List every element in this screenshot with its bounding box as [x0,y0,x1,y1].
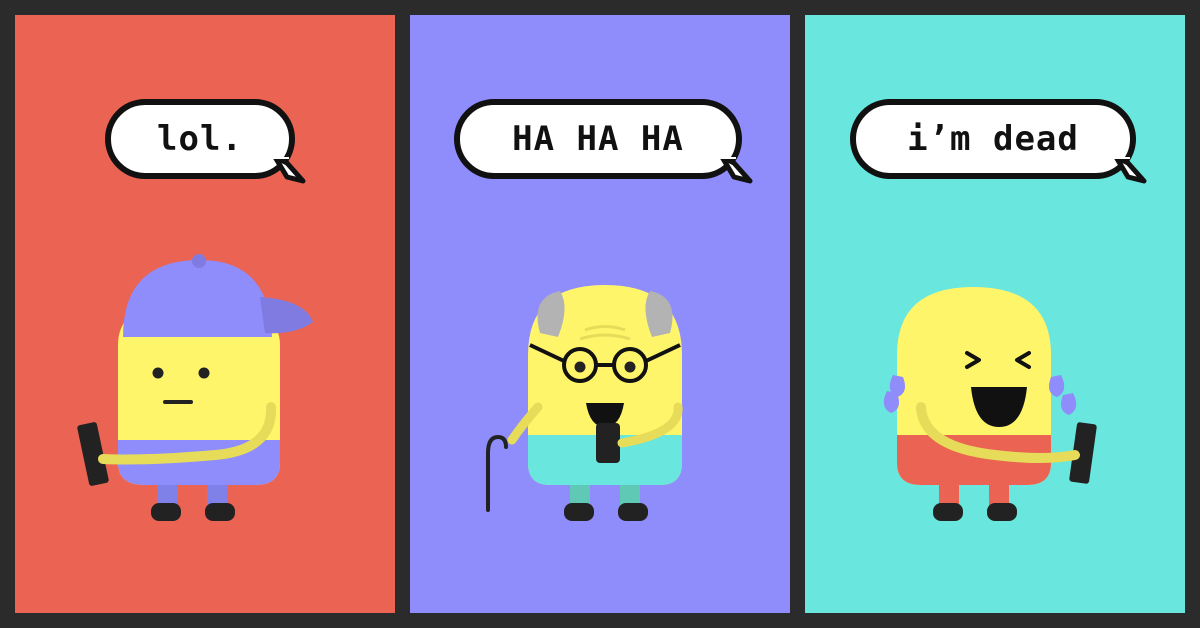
cap-button [192,254,206,268]
left-hair [537,291,565,337]
right-tear-icon [1061,393,1077,415]
right-hair [645,291,673,337]
right-shoe [618,503,648,521]
panel-crying-laughing: i’m dead [805,15,1185,613]
phone-icon [596,423,620,463]
right-tear-icon [1049,375,1065,397]
cap-brim [260,297,313,334]
cane [486,434,508,512]
right-shoe [205,503,235,521]
left-eye [152,367,164,379]
left-eye [574,361,586,373]
cap [123,260,272,337]
left-shoe [933,503,963,521]
teen-character [77,254,313,521]
panel-teen: lol. [15,15,395,613]
right-eye [624,361,636,373]
grandpa-character [486,285,683,521]
comic-strip: lol. HA HA HA i’m dead [0,0,1200,628]
phone-icon [77,422,109,486]
crying-laughing-character [883,287,1097,521]
left-shoe [151,503,181,521]
right-shoe [987,503,1017,521]
left-shoe [564,503,594,521]
panel-grandpa: HA HA HA [410,15,790,613]
right-eye [198,367,210,379]
mouth [163,400,193,404]
left-tear-icon [883,391,899,413]
